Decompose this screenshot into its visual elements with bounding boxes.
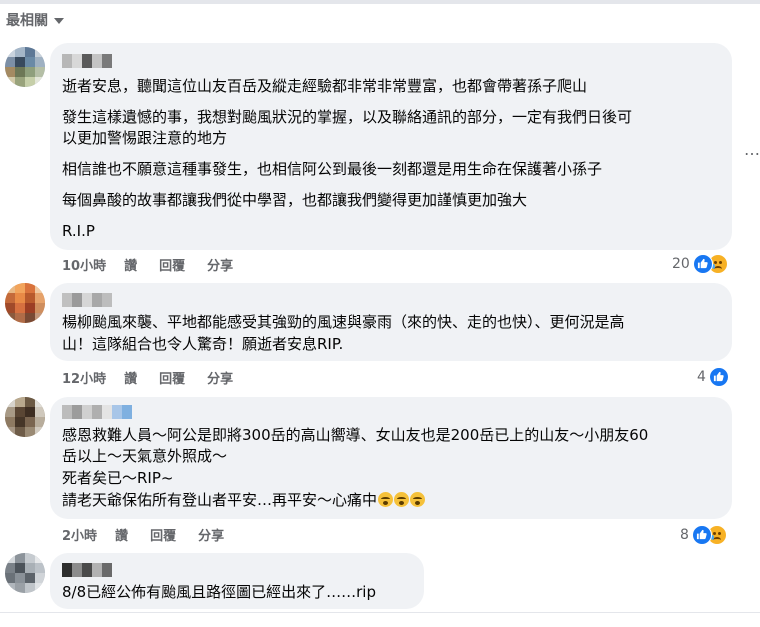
crying-face-icon (410, 492, 426, 507)
reactions-summary[interactable]: 4 (697, 367, 729, 387)
timestamp[interactable]: 10小時 (62, 255, 106, 274)
author-name[interactable] (62, 405, 132, 419)
crying-face-icon (394, 492, 410, 507)
top-divider (0, 0, 760, 4)
author-name[interactable] (62, 293, 112, 307)
timestamp[interactable]: 2小時 (62, 525, 97, 544)
share-button[interactable]: 分享 (198, 525, 224, 544)
more-options-icon[interactable]: … (744, 140, 760, 159)
like-icon (708, 367, 729, 387)
comment-text: 逝者安息，聽聞這位山友百岳及縱走經驗都非常非常豐富，也都會帶著孫子爬山 (62, 77, 588, 95)
comment-text: R.I.P (62, 222, 95, 240)
caret-down-icon (54, 18, 64, 24)
reactions-summary[interactable]: 8 (680, 525, 727, 545)
like-button[interactable]: 讚 (115, 525, 128, 544)
avatar[interactable] (5, 397, 45, 437)
share-button[interactable]: 分享 (207, 255, 233, 274)
comment-actions: 2小時 讚 回覆 分享 (62, 525, 246, 544)
comment-text: 發生這樣遺憾的事，我想對颱風狀況的掌握，以及聯絡通訊的部分，一定有我們日後可 (62, 108, 633, 126)
like-icon (691, 525, 712, 545)
comment-text: 相信誰也不願意這種事發生，也相信阿公到最後一刻都還是用生命在保護著小孫子 (62, 160, 603, 178)
reply-button[interactable]: 回覆 (150, 525, 176, 544)
share-button[interactable]: 分享 (207, 368, 233, 387)
sort-dropdown[interactable]: 最相關 (6, 9, 64, 31)
comment-actions: 12小時 讚 回覆 分享 (62, 368, 255, 387)
reactions-summary[interactable]: 20 (672, 254, 728, 274)
reactions-count: 20 (672, 256, 690, 272)
comment-text: 感恩救難人員～阿公是即將300岳的高山嚮導、女山友也是200岳已上的山友～小朋友… (62, 426, 649, 444)
avatar[interactable] (5, 47, 45, 87)
comment-text: 死者矣已～RIP~ (62, 469, 174, 487)
comment-actions: 10小時 讚 回覆 分享 (62, 255, 255, 274)
like-icon (692, 254, 713, 274)
comment-text: 8/8已經公佈有颱風且路徑圖已經出來了……rip (62, 583, 376, 601)
comment-text: 請老天爺保佑所有登山者平安…再平安～心痛中 (62, 491, 378, 509)
like-button[interactable]: 讚 (124, 255, 137, 274)
comment-text: 每個鼻酸的故事都讓我們從中學習，也都讓我們變得更加謹慎更加強大 (62, 191, 528, 209)
timestamp[interactable]: 12小時 (62, 368, 106, 387)
comment-text: 山！這隊組合也令人驚奇！願逝者安息RIP. (62, 335, 344, 353)
comment-text: 以更加警惕跟注意的地方 (62, 129, 228, 147)
like-button[interactable]: 讚 (124, 368, 137, 387)
crying-face-icon (378, 492, 394, 507)
reply-button[interactable]: 回覆 (159, 255, 185, 274)
avatar[interactable] (5, 283, 45, 323)
comment-text-last-line: 請老天爺保佑所有登山者平安…再平安～心痛中 (62, 489, 426, 511)
reactions-count: 8 (680, 527, 689, 543)
reply-button[interactable]: 回覆 (159, 368, 185, 387)
avatar[interactable] (5, 553, 45, 593)
sort-label: 最相關 (6, 13, 48, 29)
author-name[interactable] (62, 54, 112, 68)
comment-text: 岳以上～天氣意外照成～ (62, 447, 228, 465)
bottom-divider (0, 612, 760, 613)
comment-text: 楊柳颱風來襲、平地都能感受其強勁的風速與豪雨（來的快、走的也快）、更何況是高 (62, 313, 625, 331)
reactions-count: 4 (697, 369, 706, 385)
author-name[interactable] (62, 563, 112, 577)
